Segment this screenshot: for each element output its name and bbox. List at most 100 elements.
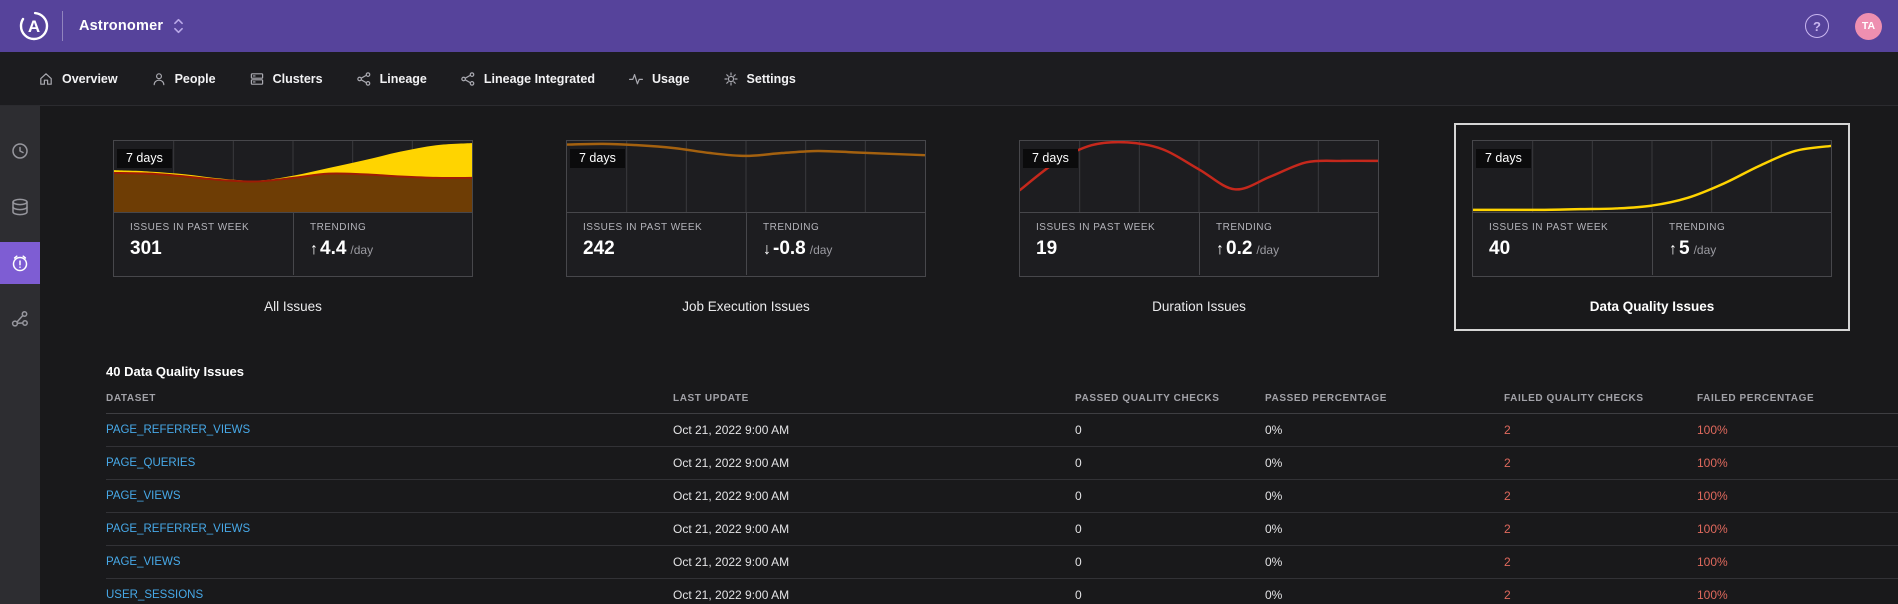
col-passed-percentage: PASSED PERCENTAGE — [1265, 393, 1504, 414]
lineage-icon — [356, 71, 370, 86]
database-icon — [12, 198, 28, 216]
failed-checks-cell: 2 — [1504, 578, 1697, 604]
dataset-link[interactable]: PAGE_QUERIES — [106, 446, 673, 480]
nav-lineage-integrated[interactable]: Lineage Integrated — [460, 71, 595, 87]
trending-label: TRENDING — [310, 222, 367, 233]
issues-week-value: 242 — [583, 238, 615, 259]
trend-up-icon: ↑ — [1669, 241, 1677, 258]
svg-text:A: A — [28, 17, 40, 36]
trend-up-icon: ↑ — [1216, 241, 1224, 258]
failed-checks-cell: 2 — [1504, 446, 1697, 480]
clusters-icon — [250, 72, 263, 85]
col-passed-quality-checks: PASSED QUALITY CHECKS — [1075, 393, 1265, 414]
table-row: PAGE_REFERRER_VIEWS Oct 21, 2022 9:00 AM… — [106, 512, 1898, 546]
trend-up-icon: ↑ — [310, 241, 318, 258]
passed-percentage-cell: 0% — [1265, 479, 1504, 513]
col-failed-quality-checks: FAILED QUALITY CHECKS — [1504, 393, 1697, 414]
trending-value: ↑ 0.2 /day — [1216, 238, 1280, 259]
range-chip: 7 days — [1476, 149, 1531, 168]
failed-checks-cell: 2 — [1504, 413, 1697, 447]
trending-value: ↑ 5 /day — [1669, 238, 1717, 259]
failed-percentage-cell: 100% — [1697, 479, 1898, 513]
table-row: PAGE_VIEWS Oct 21, 2022 9:00 AM 0 0% 2 1… — [106, 479, 1898, 513]
passed-checks-cell: 0 — [1075, 578, 1265, 604]
range-chip: 7 days — [1023, 149, 1078, 168]
passed-checks-cell: 0 — [1075, 413, 1265, 447]
alarm-alert-icon — [12, 255, 28, 272]
range-chip: 7 days — [117, 149, 172, 168]
nav-usage[interactable]: Usage — [628, 71, 690, 87]
person-icon — [153, 72, 164, 85]
dataset-link[interactable]: PAGE_VIEWS — [106, 545, 673, 579]
trend-down-icon: ↓ — [763, 241, 771, 258]
dataset-link[interactable]: PAGE_VIEWS — [106, 479, 673, 513]
failed-percentage-cell: 100% — [1697, 545, 1898, 579]
passed-checks-cell: 0 — [1075, 512, 1265, 546]
table-row: PAGE_VIEWS Oct 21, 2022 9:00 AM 0 0% 2 1… — [106, 545, 1898, 579]
passed-checks-cell: 0 — [1075, 446, 1265, 480]
dataset-link[interactable]: USER_SESSIONS — [106, 578, 673, 604]
help-icon[interactable]: ? — [1805, 14, 1829, 38]
nav-people[interactable]: People — [151, 71, 216, 87]
card-title-data-quality-issues: Data Quality Issues — [1589, 299, 1715, 314]
passed-checks-cell: 0 — [1075, 545, 1265, 579]
dataset-link[interactable]: PAGE_REFERRER_VIEWS — [106, 413, 673, 447]
card-duration-issues[interactable]: 7 days ISSUES IN PAST WEEK 19 TRENDING ↑… — [1019, 140, 1379, 277]
dataset-link[interactable]: PAGE_REFERRER_VIEWS — [106, 512, 673, 546]
table-header-row: DATASET LAST UPDATE PASSED QUALITY CHECK… — [106, 393, 1898, 414]
workspace-selector[interactable]: Astronomer — [79, 17, 184, 35]
user-avatar[interactable]: TA — [1855, 12, 1882, 40]
astronomer-logo-icon: A — [19, 11, 49, 41]
card-title-duration-issues: Duration Issues — [1152, 299, 1246, 314]
col-dataset: DATASET — [106, 393, 673, 414]
last-update-cell: Oct 21, 2022 9:00 AM — [673, 578, 1075, 604]
failed-percentage-cell: 100% — [1697, 446, 1898, 480]
clock-icon — [12, 143, 28, 159]
issues-week-value: 40 — [1489, 238, 1511, 259]
gear-icon — [723, 71, 738, 86]
lineage-icon — [461, 71, 475, 86]
content-area: 7 days ISSUES IN PAST WEEK 301 TRENDING … — [40, 106, 1898, 604]
trending-value: ↑ 4.4 /day — [310, 238, 374, 259]
failed-checks-cell: 2 — [1504, 512, 1697, 546]
card-job-execution-issues[interactable]: 7 days ISSUES IN PAST WEEK 242 TRENDING … — [566, 140, 926, 277]
col-failed-percentage: FAILED PERCENTAGE — [1697, 393, 1898, 414]
sidebar-item-lineage[interactable] — [0, 298, 40, 340]
nav-clusters[interactable]: Clusters — [249, 71, 323, 87]
trending-value: ↓ -0.8 /day — [763, 238, 833, 259]
passed-percentage-cell: 0% — [1265, 545, 1504, 579]
last-update-cell: Oct 21, 2022 9:00 AM — [673, 479, 1075, 513]
issues-week-label: ISSUES IN PAST WEEK — [583, 222, 703, 233]
nav-settings[interactable]: Settings — [723, 71, 796, 87]
issues-week-label: ISSUES IN PAST WEEK — [130, 222, 250, 233]
card-data-quality-issues[interactable]: 7 days ISSUES IN PAST WEEK 40 TRENDING ↑ — [1472, 140, 1832, 277]
trending-label: TRENDING — [763, 222, 820, 233]
passed-checks-cell: 0 — [1075, 479, 1265, 513]
card-all-issues[interactable]: 7 days ISSUES IN PAST WEEK 301 TRENDING … — [113, 140, 473, 277]
failed-percentage-cell: 100% — [1697, 578, 1898, 604]
nav-lineage[interactable]: Lineage — [356, 71, 427, 87]
failed-percentage-cell: 100% — [1697, 413, 1898, 447]
table-row: USER_SESSIONS Oct 21, 2022 9:00 AM 0 0% … — [106, 578, 1898, 604]
table-row: PAGE_REFERRER_VIEWS Oct 21, 2022 9:00 AM… — [106, 413, 1898, 447]
lineage-icon — [11, 311, 28, 327]
sidebar-item-datasets[interactable] — [0, 186, 40, 228]
selected-card-outline: 7 days ISSUES IN PAST WEEK 40 TRENDING ↑ — [1454, 123, 1850, 331]
table-row: PAGE_QUERIES Oct 21, 2022 9:00 AM 0 0% 2… — [106, 446, 1898, 480]
nav-overview[interactable]: Overview — [38, 71, 118, 87]
passed-percentage-cell: 0% — [1265, 413, 1504, 447]
last-update-cell: Oct 21, 2022 9:00 AM — [673, 446, 1075, 480]
sidebar-item-issues[interactable] — [0, 242, 40, 284]
chevron-updown-icon — [174, 18, 184, 34]
failed-checks-cell: 2 — [1504, 545, 1697, 579]
trending-label: TRENDING — [1216, 222, 1273, 233]
issue-cards: 7 days ISSUES IN PAST WEEK 301 TRENDING … — [113, 123, 1898, 331]
icon-sidebar — [0, 106, 40, 604]
card-title-all-issues: All Issues — [264, 299, 322, 314]
last-update-cell: Oct 21, 2022 9:00 AM — [673, 512, 1075, 546]
sidebar-item-history[interactable] — [0, 130, 40, 172]
issues-week-value: 301 — [130, 238, 162, 259]
pulse-icon — [629, 73, 644, 84]
data-quality-issues-section: 40 Data Quality Issues DATASET LAST UPDA… — [66, 364, 1898, 604]
table-title: 40 Data Quality Issues — [106, 364, 245, 379]
